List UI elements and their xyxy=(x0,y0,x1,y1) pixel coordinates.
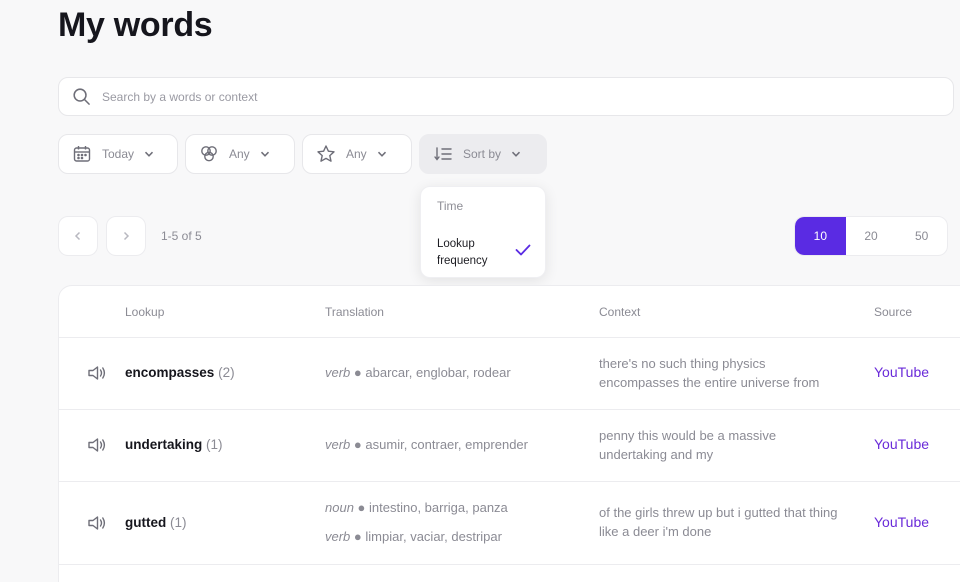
search-icon xyxy=(73,88,90,105)
part-of-speech: verb xyxy=(325,529,351,544)
translation-meanings: asumir, contraer, emprender xyxy=(365,437,528,452)
checkmark-icon xyxy=(515,244,531,256)
chevron-left-icon xyxy=(74,231,81,241)
sort-option-time[interactable]: Time xyxy=(437,199,463,213)
context-text: penny this would be a massive undertakin… xyxy=(599,428,777,462)
page-title: My words xyxy=(58,6,213,44)
lookup-count: (2) xyxy=(218,365,235,380)
row-divider xyxy=(59,564,960,565)
translation-meanings: abarcar, englobar, rodear xyxy=(365,365,511,380)
translation-bullet: ● xyxy=(353,437,362,452)
part-of-speech: verb xyxy=(325,437,351,452)
context-text: there's no such thing physics encompasse… xyxy=(599,356,820,390)
table-row[interactable]: encompasses (2) verb ● abarcar, englobar… xyxy=(59,338,960,409)
page-size-10[interactable]: 10 xyxy=(795,217,846,255)
date-filter-button[interactable]: Today xyxy=(58,134,178,174)
table-row[interactable]: gutted (1) noun ● intestino, barriga, pa… xyxy=(59,482,960,564)
translation-meanings: intestino, barriga, panza xyxy=(369,500,508,515)
translation-line: noun ● intestino, barriga, panza xyxy=(325,500,508,515)
source-link[interactable]: YouTube xyxy=(874,436,929,452)
part-of-speech: verb xyxy=(325,365,351,380)
word-text: gutted xyxy=(125,515,167,530)
sort-icon xyxy=(434,147,452,161)
chevron-right-icon xyxy=(123,231,130,241)
header-context: Context xyxy=(599,305,641,319)
star-icon xyxy=(317,145,335,162)
category-filter-label: Any xyxy=(229,147,250,161)
prev-page-button[interactable] xyxy=(58,216,98,256)
rating-filter-label: Any xyxy=(346,147,367,161)
speaker-icon[interactable] xyxy=(87,515,107,531)
lookup-word[interactable]: encompasses (2) xyxy=(125,365,235,380)
speaker-icon[interactable] xyxy=(87,365,107,381)
part-of-speech: noun xyxy=(325,500,354,515)
chevron-down-icon xyxy=(144,151,154,157)
sort-by-button[interactable]: Sort by xyxy=(419,134,547,174)
chevron-down-icon xyxy=(260,151,269,157)
sort-dropdown-menu: Time Lookup frequency xyxy=(420,186,546,278)
translation-line: verb ● asumir, contraer, emprender xyxy=(325,437,528,452)
lookup-count: (1) xyxy=(170,515,187,530)
word-text: undertaking xyxy=(125,437,203,452)
words-table: Lookup Translation Context Source encomp… xyxy=(58,285,960,582)
header-source: Source xyxy=(874,305,913,319)
rating-filter-button[interactable]: Any xyxy=(302,134,412,174)
page-size-selector: 10 20 50 xyxy=(794,216,948,256)
translation-meanings: limpiar, vaciar, destripar xyxy=(365,529,502,544)
translation-line: verb ● limpiar, vaciar, destripar xyxy=(325,529,502,544)
source-link[interactable]: YouTube xyxy=(874,514,929,530)
page-size-50[interactable]: 50 xyxy=(896,217,947,255)
header-lookup: Lookup xyxy=(125,305,165,319)
context-text: of the girls threw up but i gutted that … xyxy=(599,505,838,539)
translation-line: verb ● abarcar, englobar, rodear xyxy=(325,365,511,380)
chevron-down-icon xyxy=(377,151,386,157)
circles-icon xyxy=(201,146,217,162)
page-size-20[interactable]: 20 xyxy=(846,217,897,255)
word-text: encompasses xyxy=(125,365,215,380)
lookup-word[interactable]: undertaking (1) xyxy=(125,437,223,452)
search-input[interactable] xyxy=(102,89,922,104)
pagination-info: 1-5 of 5 xyxy=(161,229,202,243)
lookup-word[interactable]: gutted (1) xyxy=(125,515,187,530)
chevron-down-icon xyxy=(511,151,521,157)
next-page-button[interactable] xyxy=(106,216,146,256)
date-filter-label: Today xyxy=(102,147,135,161)
table-row[interactable]: undertaking (1) verb ● asumir, contraer,… xyxy=(59,410,960,481)
calendar-icon xyxy=(73,146,91,162)
translation-bullet: ● xyxy=(357,500,366,515)
source-link[interactable]: YouTube xyxy=(874,364,929,380)
category-filter-button[interactable]: Any xyxy=(185,134,295,174)
translation-bullet: ● xyxy=(353,529,362,544)
translation-bullet: ● xyxy=(353,365,362,380)
sort-by-label: Sort by xyxy=(463,147,502,161)
lookup-count: (1) xyxy=(206,437,223,452)
search-bar[interactable] xyxy=(58,77,954,116)
header-translation: Translation xyxy=(325,305,384,319)
sort-option-lookup-frequency[interactable]: Lookup frequency xyxy=(437,236,507,270)
speaker-icon[interactable] xyxy=(87,437,107,453)
